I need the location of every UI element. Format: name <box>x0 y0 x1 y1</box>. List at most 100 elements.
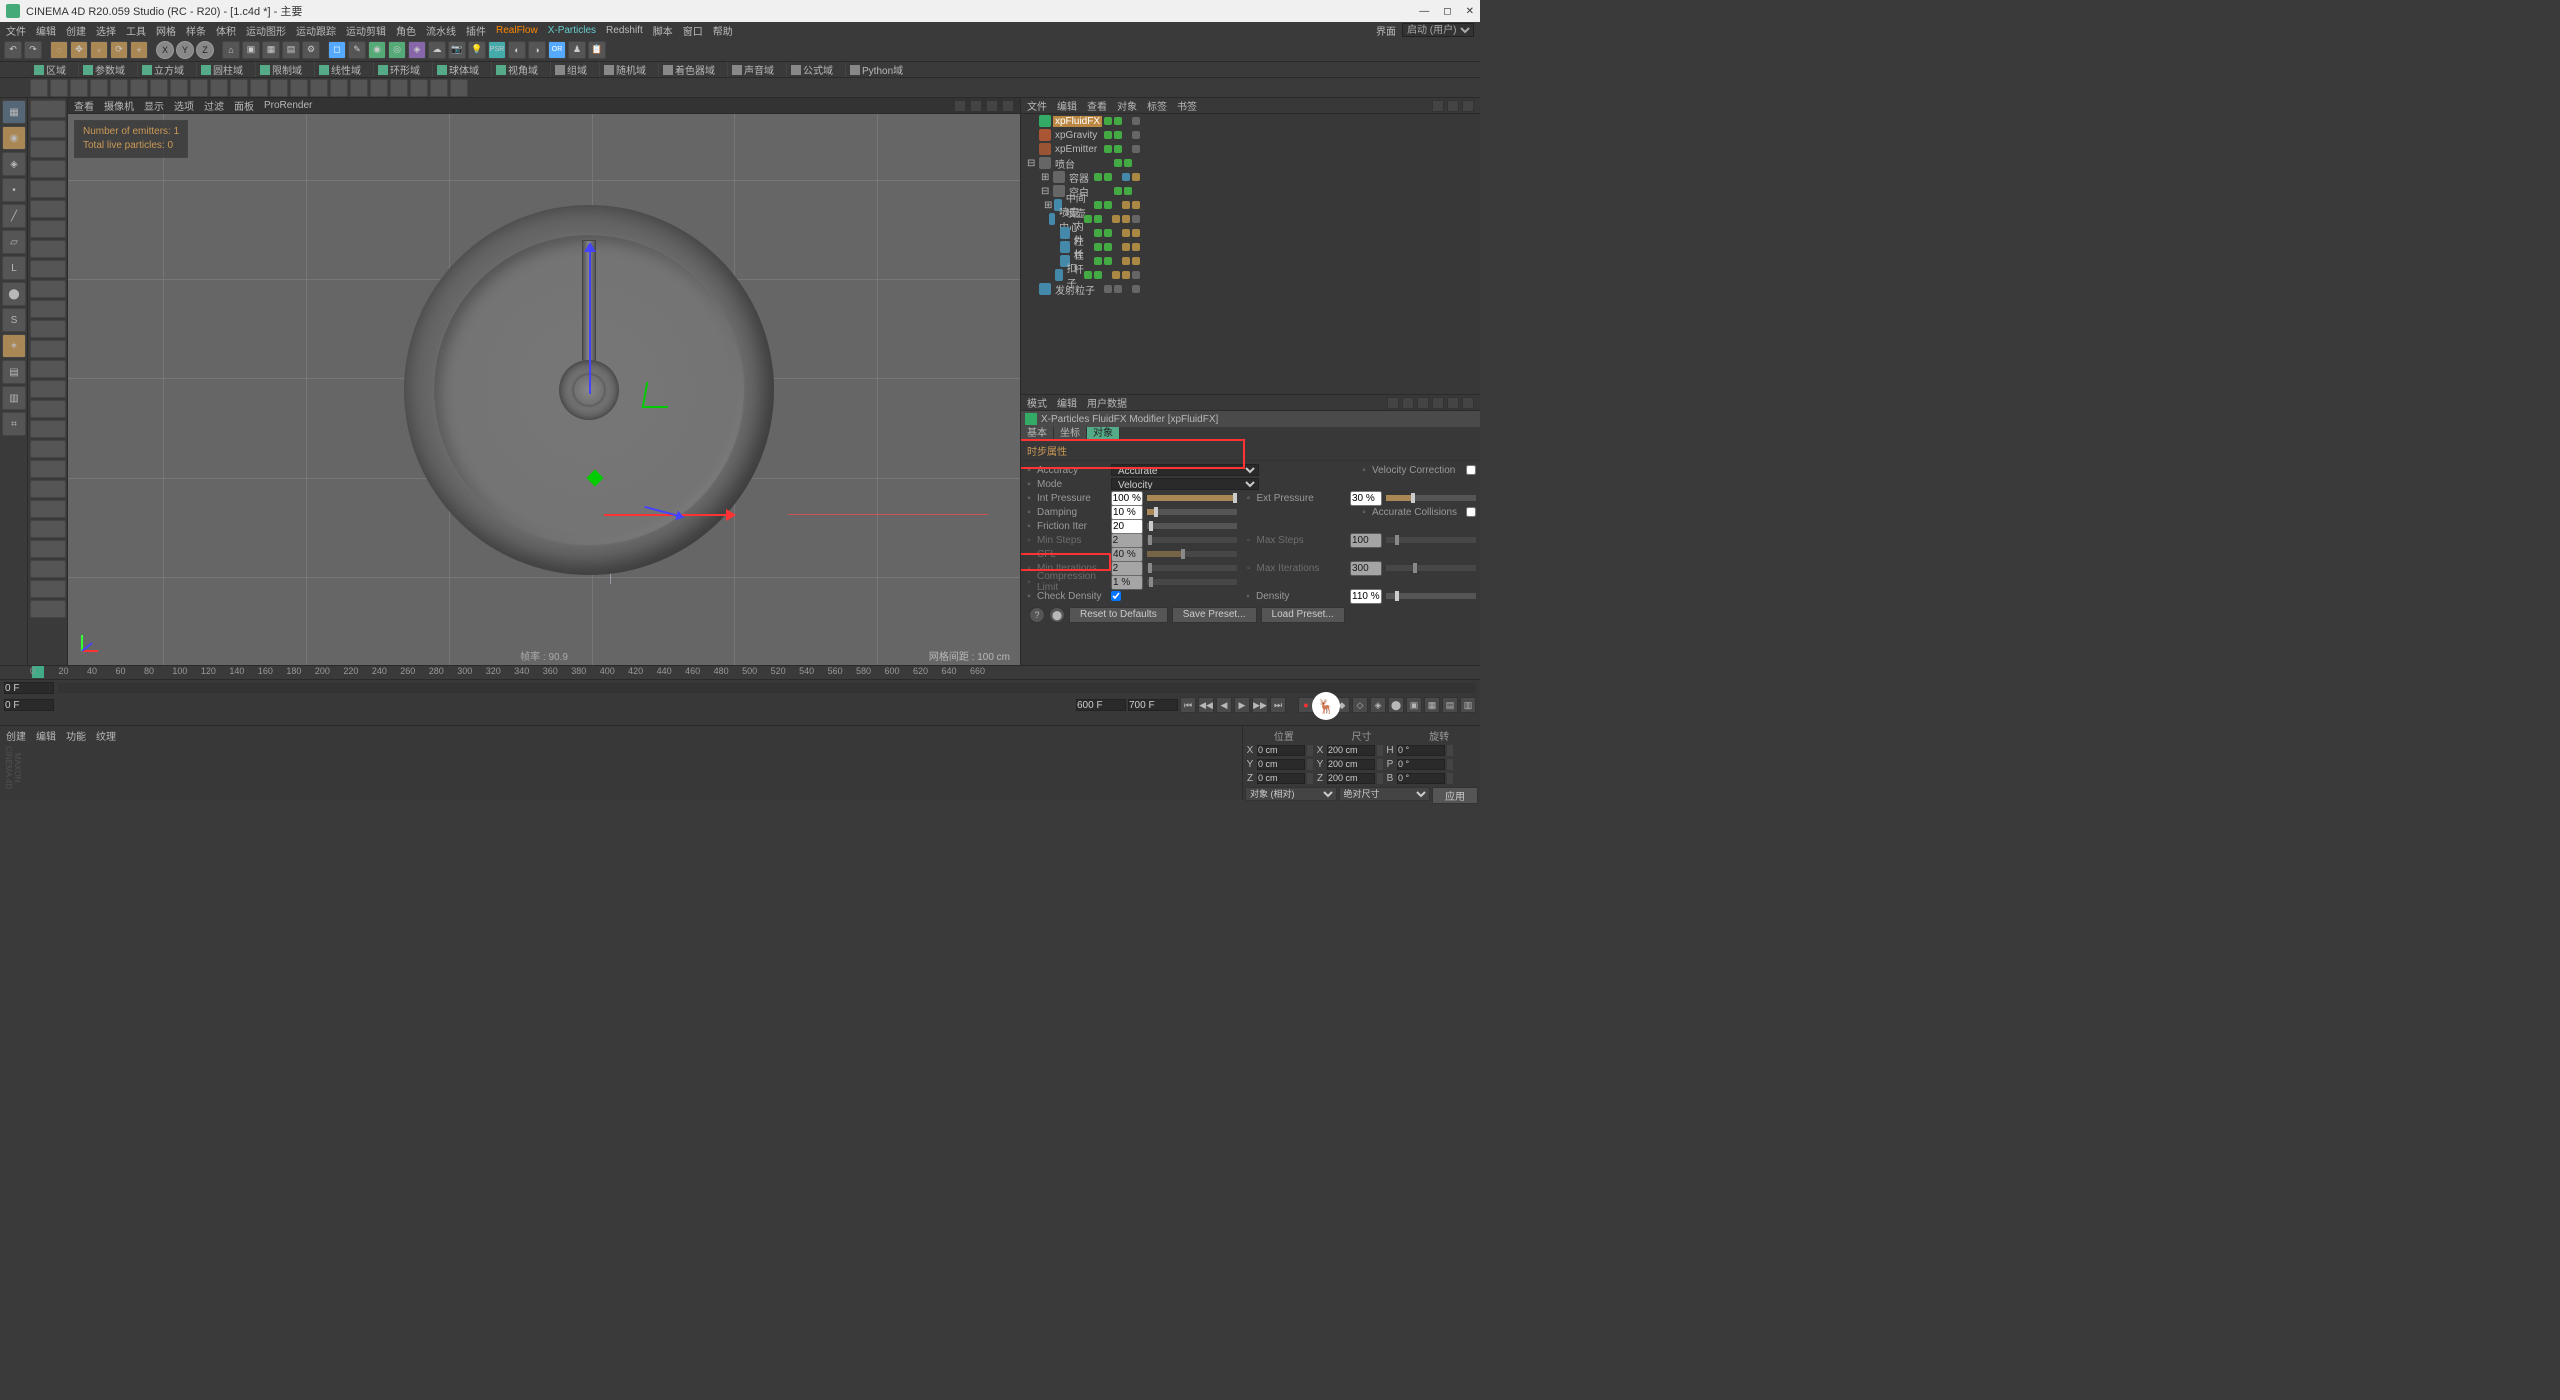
vp-nav-3[interactable] <box>986 100 998 112</box>
lp-btn[interactable] <box>30 480 66 498</box>
render-pv-button[interactable]: ▤ <box>282 41 300 59</box>
menu-xparticles[interactable]: X-Particles <box>548 25 596 36</box>
mm-tab-function[interactable]: 功能 <box>66 728 86 798</box>
r3-btn21[interactable] <box>430 79 448 97</box>
menu-file[interactable]: 文件 <box>6 23 26 38</box>
goto-start-button[interactable]: ⏮ <box>1180 697 1196 713</box>
menu-pipeline[interactable]: 流水线 <box>426 23 456 38</box>
key-opt-button[interactable]: ▤ <box>1442 697 1458 713</box>
damping-slider[interactable] <box>1147 509 1237 515</box>
or-button[interactable]: OR <box>548 41 566 59</box>
menu-mograph[interactable]: 运动图形 <box>246 23 286 38</box>
tree-row[interactable]: xpEmitter <box>1021 142 1480 156</box>
tree-row[interactable]: xpFluidFX <box>1021 114 1480 128</box>
reset-defaults-button[interactable]: Reset to Defaults <box>1069 607 1168 623</box>
menu-tools[interactable]: 工具 <box>126 23 146 38</box>
menu-script[interactable]: 脚本 <box>653 23 673 38</box>
lp-btn[interactable] <box>30 580 66 598</box>
add-deformer-button[interactable]: ◈ <box>408 41 426 59</box>
velcorr-checkbox[interactable] <box>1466 465 1476 475</box>
r3-btn12[interactable] <box>250 79 268 97</box>
r3-btn7[interactable] <box>150 79 168 97</box>
tree-row[interactable]: 长杆 <box>1021 254 1480 268</box>
workplane-button[interactable]: ◈ <box>2 152 26 176</box>
snap-button[interactable]: ✶ <box>2 334 26 358</box>
timeline-track[interactable] <box>58 683 1476 693</box>
vp-menu-view[interactable]: 查看 <box>74 98 94 113</box>
lp-btn[interactable] <box>30 380 66 398</box>
om-menu-bookmarks[interactable]: 书签 <box>1177 98 1197 113</box>
maximize-button[interactable]: ◻ <box>1443 6 1451 17</box>
lp-btn[interactable] <box>30 300 66 318</box>
tree-row[interactable]: ⊞容器 <box>1021 170 1480 184</box>
friction-input[interactable] <box>1111 519 1143 534</box>
lp-btn[interactable] <box>30 360 66 378</box>
key-all-button[interactable]: ▦ <box>1424 697 1440 713</box>
close-button[interactable]: ✕ <box>1466 6 1474 17</box>
model-mode-button[interactable]: ▦ <box>2 100 26 124</box>
lp-btn[interactable] <box>30 240 66 258</box>
field-python[interactable]: Python域 <box>862 62 903 77</box>
menu-motion-track[interactable]: 运动跟踪 <box>296 23 336 38</box>
z-axis-toggle[interactable]: Z <box>196 41 214 59</box>
key-opt2-button[interactable]: ▥ <box>1460 697 1476 713</box>
menu-character[interactable]: 角色 <box>396 23 416 38</box>
workplane-x-button[interactable]: ▤ <box>2 360 26 384</box>
density-input[interactable] <box>1350 589 1382 604</box>
menu-plugins[interactable]: 插件 <box>466 23 486 38</box>
intpressure-slider[interactable] <box>1147 495 1237 501</box>
om-menu-tags[interactable]: 标签 <box>1147 98 1167 113</box>
field-area[interactable]: 区域 <box>46 62 66 77</box>
add-spline-button[interactable]: ✎ <box>348 41 366 59</box>
lp-btn[interactable] <box>30 160 66 178</box>
menu-redshift[interactable]: Redshift <box>606 25 643 36</box>
field-view[interactable]: 视角域 <box>508 62 538 77</box>
am-lock-icon[interactable] <box>1447 397 1459 409</box>
friction-slider[interactable] <box>1147 523 1237 529</box>
lp-btn[interactable] <box>30 520 66 538</box>
render-settings-button[interactable]: ⚙ <box>302 41 320 59</box>
menu-select[interactable]: 选择 <box>96 23 116 38</box>
add-environment-button[interactable]: ☁ <box>428 41 446 59</box>
om-menu-file[interactable]: 文件 <box>1027 98 1047 113</box>
lp-btn[interactable] <box>30 320 66 338</box>
r3-btn13[interactable] <box>270 79 288 97</box>
field-random[interactable]: 随机域 <box>616 62 646 77</box>
lp-btn[interactable] <box>30 600 66 618</box>
tool-c-button[interactable]: ♟ <box>568 41 586 59</box>
add-camera-button[interactable]: 📷 <box>448 41 466 59</box>
om-menu-view[interactable]: 查看 <box>1087 98 1107 113</box>
mode-dropdown[interactable]: Velocity <box>1111 478 1259 490</box>
scale-button[interactable]: ▫ <box>90 41 108 59</box>
r3-btn14[interactable] <box>290 79 308 97</box>
checkdensity-checkbox[interactable] <box>1111 591 1121 601</box>
attr-tab-basic[interactable]: 基本 <box>1021 427 1054 441</box>
recent-tool-button[interactable]: + <box>130 41 148 59</box>
enable-axis-button[interactable]: ⬤ <box>2 282 26 306</box>
mm-tab-texture[interactable]: 纹理 <box>96 728 116 798</box>
coord-mode-dropdown[interactable]: 对象 (相对) <box>1245 787 1337 801</box>
3d-viewport[interactable]: Number of emitters: 1 Total live particl… <box>68 114 1020 665</box>
tree-row[interactable]: xpGravity <box>1021 128 1480 142</box>
r3-btn20[interactable] <box>410 79 428 97</box>
coord-rot-input[interactable] <box>1397 745 1445 756</box>
minimize-button[interactable]: — <box>1419 6 1429 17</box>
om-opt-icon[interactable] <box>1462 100 1474 112</box>
lp-btn[interactable] <box>30 140 66 158</box>
field-ring[interactable]: 环形域 <box>390 62 420 77</box>
tree-row[interactable]: 扣子 <box>1021 268 1480 282</box>
menu-help[interactable]: 帮助 <box>713 23 733 38</box>
coord-pos-input[interactable] <box>1257 773 1305 784</box>
field-param[interactable]: 参数域 <box>95 62 125 77</box>
am-nav-fwd[interactable] <box>1402 397 1414 409</box>
vp-nav-4[interactable] <box>1002 100 1014 112</box>
lp-btn[interactable] <box>30 540 66 558</box>
load-preset-button[interactable]: Load Preset... <box>1261 607 1345 623</box>
field-sphere[interactable]: 球体域 <box>449 62 479 77</box>
r3-btn10[interactable] <box>210 79 228 97</box>
attr-tab-object[interactable]: 对象 <box>1087 427 1120 441</box>
redo-button[interactable]: ↷ <box>24 41 42 59</box>
r3-btn4[interactable] <box>90 79 108 97</box>
lp-btn[interactable] <box>30 420 66 438</box>
om-menu-objects[interactable]: 对象 <box>1117 98 1137 113</box>
